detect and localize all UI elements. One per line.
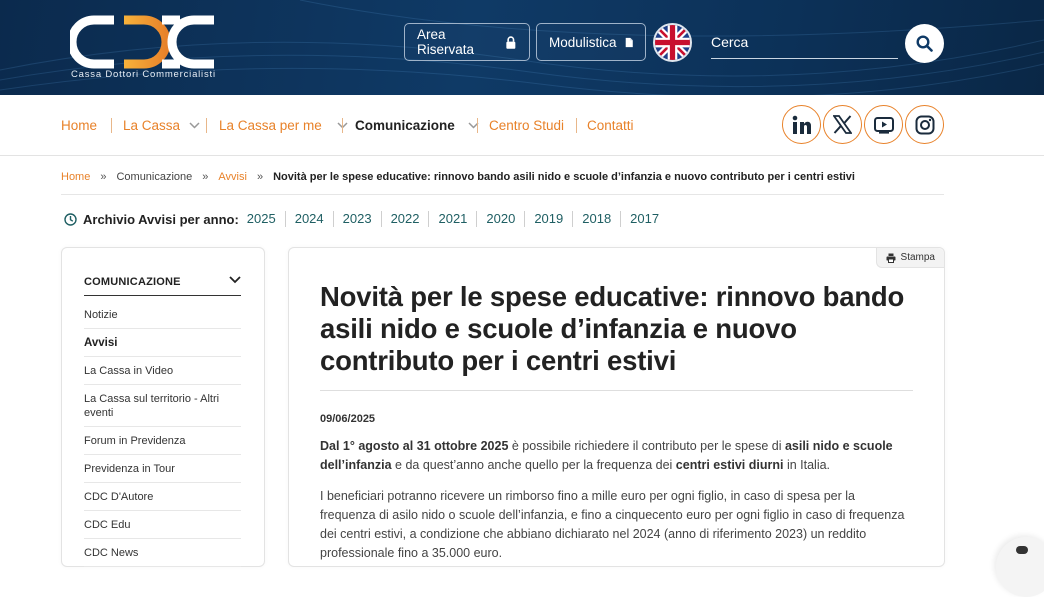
- area-riservata-label: Area Riservata: [417, 27, 475, 57]
- year-link-2023[interactable]: 2023: [332, 211, 381, 227]
- instagram-icon: [915, 115, 934, 134]
- nav-item-label: La Cassa per me: [219, 118, 322, 133]
- x-icon: [833, 115, 852, 134]
- breadcrumb-home[interactable]: Home: [61, 171, 90, 183]
- archive-label: Archivio Avvisi per anno:: [83, 211, 239, 227]
- sidebar-menu: COMUNICAZIONE Notizie Avvisi La Cassa in…: [61, 247, 265, 567]
- search-button[interactable]: [905, 24, 944, 63]
- linkedin-icon: [792, 115, 811, 134]
- sidebar-list: Notizie Avvisi La Cassa in Video La Cass…: [84, 301, 241, 567]
- sidebar-item-cdc-dautore[interactable]: CDC D'Autore: [84, 483, 241, 511]
- floating-widget-button[interactable]: [996, 537, 1044, 597]
- title-divider: [320, 390, 913, 391]
- breadcrumb-separator: »: [202, 171, 209, 183]
- nav-item-contatti[interactable]: Contatti: [587, 118, 634, 133]
- nav-separator: [111, 118, 112, 133]
- article-card: Stampa Novità per le spese educative: ri…: [288, 247, 945, 567]
- year-link-2020[interactable]: 2020: [476, 211, 524, 227]
- lock-icon: [506, 35, 516, 49]
- archive-by-year: Archivio Avvisi per anno: 2025 2024 2023…: [64, 211, 668, 227]
- nav-separator: [206, 118, 207, 133]
- nav-item-centro-studi[interactable]: Centro Studi: [489, 118, 564, 133]
- top-header: Cassa Dottori Commercialisti Area Riserv…: [0, 0, 1044, 95]
- year-link-2021[interactable]: 2021: [428, 211, 476, 227]
- body-text: in Italia.: [783, 458, 831, 472]
- area-riservata-button[interactable]: Area Riservata: [404, 23, 530, 61]
- nav-item-label: Centro Studi: [489, 118, 565, 133]
- nav-item-label: Comunicazione: [355, 118, 455, 133]
- article-paragraph-1: Dal 1° agosto al 31 ottobre 2025 è possi…: [320, 437, 913, 475]
- search-input[interactable]: [711, 26, 898, 58]
- youtube-button[interactable]: [864, 105, 903, 144]
- body-text: è possibile richiedere il contributo per…: [508, 439, 785, 453]
- breadcrumb-divider: [61, 194, 944, 195]
- sidebar-item-cdc-news[interactable]: CDC News: [84, 539, 241, 567]
- nav-separator: [342, 118, 343, 133]
- clock-icon: [64, 212, 77, 226]
- nav-item-home[interactable]: Home: [61, 118, 97, 133]
- sidebar-item-cdc-edu[interactable]: CDC Edu: [84, 511, 241, 539]
- year-link-2018[interactable]: 2018: [572, 211, 620, 227]
- nav-item-la-cassa-per-me[interactable]: La Cassa per me: [219, 118, 348, 133]
- modulistica-label: Modulistica: [549, 34, 617, 50]
- x-twitter-button[interactable]: [823, 105, 862, 144]
- year-link-2024[interactable]: 2024: [284, 211, 333, 227]
- modulistica-button[interactable]: Modulistica: [536, 23, 646, 61]
- breadcrumb-separator: »: [100, 171, 107, 183]
- nav-item-label: Home: [61, 118, 98, 133]
- search-icon: [916, 35, 933, 52]
- logo-tagline: Cassa Dottori Commercialisti: [71, 69, 216, 80]
- print-button[interactable]: Stampa: [875, 248, 944, 268]
- sidebar-item-notizie[interactable]: Notizie: [84, 301, 241, 329]
- nav-item-comunicazione[interactable]: Comunicazione: [355, 118, 479, 133]
- chevron-down-icon: [229, 276, 241, 284]
- year-link-2017[interactable]: 2017: [620, 211, 668, 227]
- breadcrumb-current: Novità per le spese educative: rinnovo b…: [273, 171, 855, 183]
- sidebar-section-toggle[interactable]: COMUNICAZIONE: [84, 276, 241, 296]
- nav-item-label: Contatti: [587, 118, 634, 133]
- printer-icon: [886, 253, 896, 263]
- sidebar-item-la-cassa-in-video[interactable]: La Cassa in Video: [84, 357, 241, 385]
- breadcrumb-separator: »: [256, 171, 264, 183]
- breadcrumb-avvisi[interactable]: Avvisi: [218, 171, 247, 183]
- instagram-button[interactable]: [905, 105, 944, 144]
- article-title: Novità per le spese educative: rinnovo b…: [320, 281, 905, 376]
- uk-flag-icon[interactable]: [653, 23, 692, 62]
- print-label: Stampa: [900, 252, 935, 263]
- breadcrumb-comunicazione[interactable]: Comunicazione: [116, 171, 192, 183]
- nav-separator: [477, 118, 478, 133]
- article-date: 09/06/2025: [320, 413, 376, 425]
- nav-item-label: La Cassa: [123, 118, 181, 133]
- document-icon: [625, 37, 633, 47]
- sidebar-item-la-cassa-sul-territorio[interactable]: La Cassa sul territorio - Altri eventi: [84, 385, 241, 427]
- sidebar-item-previdenza-in-tour[interactable]: Previdenza in Tour: [84, 455, 241, 483]
- sidebar-title: COMUNICAZIONE: [84, 276, 181, 288]
- body-text: e da quest’anno anche quello per la freq…: [391, 458, 676, 472]
- nav-separator: [576, 118, 577, 133]
- year-link-2019[interactable]: 2019: [524, 211, 572, 227]
- youtube-icon: [873, 116, 894, 134]
- emphasis-text: Dal 1° agosto al 31 ottobre 2025: [320, 439, 509, 453]
- search-field-wrapper: [711, 26, 898, 59]
- breadcrumb: Home » Comunicazione » Avvisi » Novità p…: [61, 171, 855, 183]
- linkedin-button[interactable]: [782, 105, 821, 144]
- chevron-down-icon: [189, 122, 200, 129]
- sidebar-item-avvisi[interactable]: Avvisi: [84, 329, 241, 357]
- main-navigation: Home La Cassa La Cassa per me Comunicazi…: [0, 95, 1044, 156]
- sidebar-item-forum-in-previdenza[interactable]: Forum in Previdenza: [84, 427, 241, 455]
- year-link-2025[interactable]: 2025: [247, 211, 285, 227]
- nav-item-la-cassa[interactable]: La Cassa: [123, 118, 200, 133]
- year-link-2022[interactable]: 2022: [380, 211, 429, 227]
- widget-icon: [1016, 546, 1028, 554]
- emphasis-text: centri estivi diurni: [675, 458, 784, 472]
